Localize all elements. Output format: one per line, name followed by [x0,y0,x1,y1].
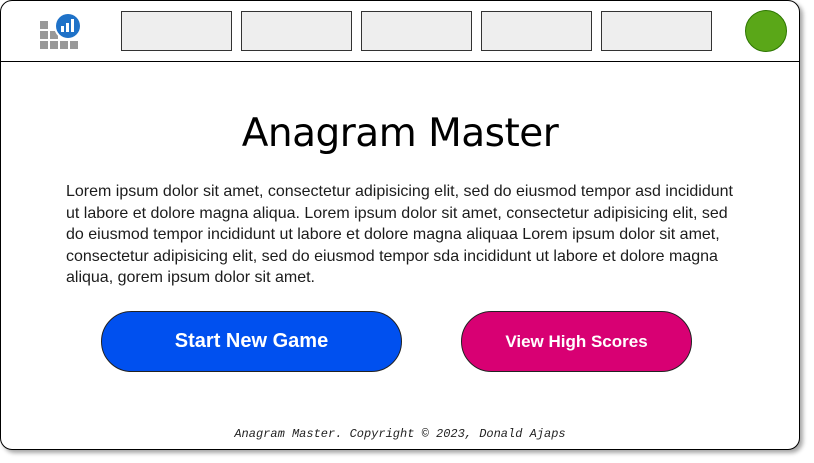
description-text: Lorem ipsum dolor sit amet, consectetur … [66,183,733,287]
nav-item-3[interactable] [361,11,472,51]
copyright-footer: Anagram Master. Copyright © 2023, Donald… [234,427,566,441]
view-high-scores-button[interactable]: View High Scores [461,311,692,372]
page-title: Anagram Master [241,111,559,156]
nav-item-2[interactable] [241,11,352,51]
nav-item-1[interactable] [121,11,232,51]
bar-chart-logo-icon [40,12,82,49]
nav-item-5[interactable] [601,11,712,51]
app-window: Anagram Master Lorem ipsum dolor sit ame… [0,0,800,450]
avatar[interactable] [745,10,787,52]
nav-item-4[interactable] [481,11,592,51]
start-new-game-button[interactable]: Start New Game [101,311,402,372]
header [1,1,799,62]
